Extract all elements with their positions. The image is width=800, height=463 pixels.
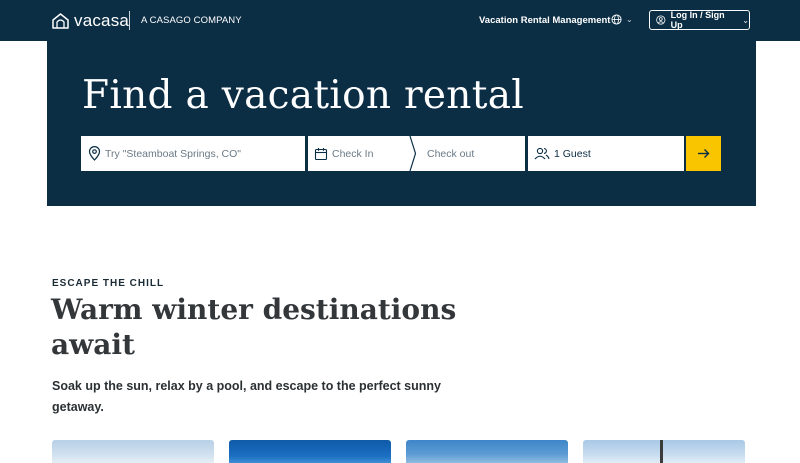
section-eyebrow: ESCAPE THE CHILL [52, 278, 165, 289]
check-in-placeholder: Check In [332, 147, 374, 160]
top-nav-bar: vacasa A CASAGO COMPANY Vacation Rental … [0, 0, 800, 41]
language-selector[interactable]: ⌄ [611, 14, 633, 25]
vacasa-logo[interactable]: vacasa [52, 11, 129, 31]
logo-divider [129, 11, 130, 30]
login-label: Log In / Sign Up [670, 10, 725, 30]
search-submit-button[interactable] [686, 136, 721, 171]
destination-card-image[interactable] [406, 440, 568, 463]
check-out-field[interactable]: Check out [411, 136, 525, 171]
house-logo-icon [52, 13, 69, 29]
date-range-arrow-icon [407, 136, 417, 171]
location-placeholder: Try "Steamboat Springs, CO" [105, 147, 242, 160]
login-signup-button[interactable]: Log In / Sign Up ⌄ [649, 10, 750, 30]
chevron-down-icon: ⌄ [742, 15, 749, 25]
section-title: Warm winter destinations await [51, 293, 457, 361]
globe-icon [611, 14, 622, 25]
calendar-icon [314, 147, 328, 161]
guests-value: 1 Guest [554, 147, 591, 160]
user-icon [656, 15, 666, 25]
vacation-rental-management-link[interactable]: Vacation Rental Management [479, 15, 610, 26]
destination-card-image[interactable] [229, 440, 391, 463]
map-pin-icon [88, 146, 101, 161]
arrow-right-icon [698, 149, 710, 158]
guests-selector[interactable]: 1 Guest [528, 136, 684, 171]
chevron-down-icon: ⌄ [626, 15, 633, 24]
check-out-placeholder: Check out [427, 147, 475, 160]
company-tagline: A CASAGO COMPANY [141, 15, 242, 26]
location-search-field[interactable]: Try "Steamboat Springs, CO" [81, 136, 305, 171]
destination-card-image[interactable] [583, 440, 745, 463]
logo-wordmark: vacasa [74, 11, 130, 30]
hero-title: Find a vacation rental [82, 73, 525, 118]
image-detail [660, 440, 663, 463]
check-in-field[interactable]: Check In [308, 136, 412, 171]
destination-card-image[interactable] [52, 440, 214, 463]
users-icon [534, 147, 550, 160]
hero-search-panel: Find a vacation rental Try "Steamboat Sp… [47, 41, 756, 206]
section-subtitle: Soak up the sun, relax by a pool, and es… [52, 379, 441, 414]
